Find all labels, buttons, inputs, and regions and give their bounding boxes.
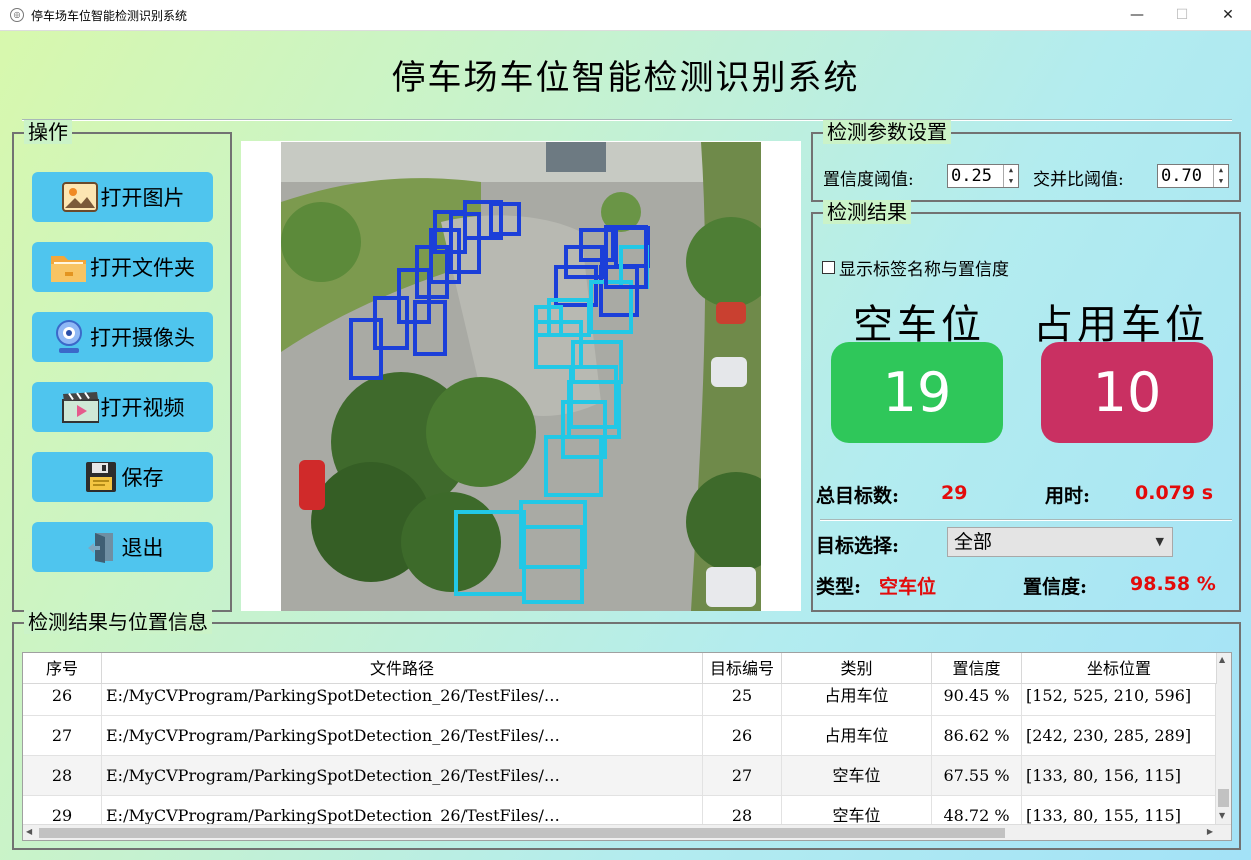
time-label: 用时: bbox=[1045, 485, 1091, 507]
conf-threshold-label: 置信度阈值: bbox=[823, 170, 914, 190]
app-icon: ◎ bbox=[10, 8, 24, 22]
table-row[interactable]: 27 E:/MyCVProgram/ParkingSpotDetection_2… bbox=[23, 716, 1217, 756]
col-index[interactable]: 序号 bbox=[23, 653, 102, 684]
minimize-button[interactable]: — bbox=[1114, 0, 1160, 31]
table-body: 26 E:/MyCVProgram/ParkingSpotDetection_2… bbox=[23, 676, 1217, 836]
col-target-id[interactable]: 目标编号 bbox=[703, 653, 782, 684]
cell-category: 空车位 bbox=[782, 756, 932, 795]
image-icon bbox=[61, 179, 99, 215]
conf-threshold-spinbox[interactable]: 0.25 ▲ ▼ bbox=[947, 164, 1019, 188]
horizontal-scroll-thumb[interactable] bbox=[39, 828, 1005, 838]
results-group: 检测结果 显示标签名称与置信度 空车位 占用车位 19 10 总目标数: 29 … bbox=[811, 200, 1241, 612]
table-legend: 检测结果与位置信息 bbox=[24, 610, 212, 634]
floppy-icon bbox=[82, 459, 120, 495]
target-select-dropdown[interactable]: 全部 ▼ bbox=[947, 527, 1173, 557]
exit-icon bbox=[82, 529, 120, 565]
app-title: 停车场车位智能检测识别系统 bbox=[391, 58, 860, 98]
params-group: 检测参数设置 置信度阈值: 0.25 ▲ ▼ 交并比阈值: 0.70 ▲ ▼ bbox=[811, 120, 1241, 202]
cell-index: 28 bbox=[23, 756, 102, 795]
cell-coordinates: [242, 230, 285, 289] bbox=[1022, 716, 1217, 755]
col-confidence[interactable]: 置信度 bbox=[932, 653, 1022, 684]
conf-threshold-value: 0.25 bbox=[951, 166, 992, 186]
show-labels-text: 显示标签名称与置信度 bbox=[839, 260, 1009, 280]
col-category[interactable]: 类别 bbox=[782, 653, 932, 684]
empty-count-box: 19 bbox=[831, 342, 1003, 443]
save-label: 保存 bbox=[121, 466, 164, 490]
total-targets-label: 总目标数: bbox=[816, 485, 900, 507]
iou-threshold-value: 0.70 bbox=[1161, 166, 1202, 186]
webcam-icon bbox=[50, 319, 88, 355]
save-button[interactable]: 保存 bbox=[32, 452, 213, 502]
params-legend: 检测参数设置 bbox=[823, 120, 951, 144]
checkbox-box[interactable] bbox=[822, 261, 835, 274]
open-camera-label: 打开摄像头 bbox=[90, 326, 195, 350]
results-table[interactable]: 序号 文件路径 目标编号 类别 置信度 坐标位置 26 E:/MyCVProgr… bbox=[22, 652, 1232, 841]
chevron-up-icon[interactable]: ▲ bbox=[1219, 655, 1225, 664]
confidence-value: 98.58 % bbox=[1130, 573, 1216, 595]
col-coordinates[interactable]: 坐标位置 bbox=[1022, 653, 1217, 684]
type-label: 类型: bbox=[816, 576, 862, 598]
table-header: 序号 文件路径 目标编号 类别 置信度 坐标位置 bbox=[23, 653, 1217, 684]
iou-threshold-spinbox[interactable]: 0.70 ▲ ▼ bbox=[1157, 164, 1229, 188]
cell-confidence: 86.62 % bbox=[932, 716, 1022, 755]
time-value: 0.079 s bbox=[1135, 482, 1214, 504]
close-button[interactable]: ✕ bbox=[1205, 0, 1251, 31]
spin-arrows-icon[interactable]: ▲ ▼ bbox=[1003, 165, 1018, 187]
iou-threshold-label: 交并比阈值: bbox=[1033, 170, 1124, 190]
results-divider bbox=[820, 519, 1232, 521]
open-image-button[interactable]: 打开图片 bbox=[32, 172, 213, 222]
cell-file-path: E:/MyCVProgram/ParkingSpotDetection_26/T… bbox=[102, 716, 703, 755]
exit-button[interactable]: 退出 bbox=[32, 522, 213, 572]
operations-group: 操作 打开图片 打开文件夹 打开摄像头 打开视频 保存 退出 bbox=[12, 120, 232, 612]
operations-legend: 操作 bbox=[24, 120, 72, 144]
image-display bbox=[241, 141, 801, 611]
window-titlebar: ◎ 停车场车位智能检测识别系统 — ☐ ✕ bbox=[0, 0, 1251, 31]
target-select-label: 目标选择: bbox=[816, 535, 900, 557]
cell-index: 27 bbox=[23, 716, 102, 755]
chevron-left-icon[interactable]: ◀ bbox=[26, 827, 32, 836]
horizontal-scrollbar[interactable]: ◀ ▶ bbox=[23, 824, 1231, 840]
cell-category: 占用车位 bbox=[782, 716, 932, 755]
target-select-value: 全部 bbox=[954, 531, 993, 553]
cell-target-id: 26 bbox=[703, 716, 782, 755]
vertical-scroll-thumb[interactable] bbox=[1218, 789, 1229, 807]
open-folder-label: 打开文件夹 bbox=[90, 256, 195, 280]
open-video-button[interactable]: 打开视频 bbox=[32, 382, 213, 432]
open-folder-button[interactable]: 打开文件夹 bbox=[32, 242, 213, 292]
show-labels-checkbox[interactable]: 显示标签名称与置信度 bbox=[822, 255, 1009, 280]
table-row[interactable]: 28 E:/MyCVProgram/ParkingSpotDetection_2… bbox=[23, 756, 1217, 796]
open-camera-button[interactable]: 打开摄像头 bbox=[32, 312, 213, 362]
open-video-label: 打开视频 bbox=[100, 396, 185, 420]
chevron-down-icon[interactable]: ▼ bbox=[1219, 811, 1225, 820]
total-targets-value: 29 bbox=[941, 482, 968, 504]
detection-image bbox=[281, 142, 761, 611]
cell-file-path: E:/MyCVProgram/ParkingSpotDetection_26/T… bbox=[102, 756, 703, 795]
chevron-down-icon[interactable]: ▼ bbox=[1156, 528, 1164, 556]
exit-label: 退出 bbox=[121, 536, 164, 560]
maximize-button[interactable]: ☐ bbox=[1159, 0, 1205, 31]
cell-confidence: 67.55 % bbox=[932, 756, 1022, 795]
type-value: 空车位 bbox=[879, 576, 937, 598]
confidence-label: 置信度: bbox=[1023, 576, 1088, 598]
title-divider bbox=[22, 119, 1232, 121]
window-title: 停车场车位智能检测识别系统 bbox=[31, 8, 188, 23]
occupied-count-box: 10 bbox=[1041, 342, 1213, 443]
vertical-scrollbar[interactable]: ▲ ▼ bbox=[1215, 653, 1231, 825]
cell-coordinates: [133, 80, 156, 115] bbox=[1022, 756, 1217, 795]
results-legend: 检测结果 bbox=[823, 200, 911, 224]
video-icon bbox=[61, 389, 99, 425]
open-image-label: 打开图片 bbox=[100, 186, 185, 210]
spin-arrows-icon[interactable]: ▲ ▼ bbox=[1213, 165, 1228, 187]
cell-target-id: 27 bbox=[703, 756, 782, 795]
folder-icon bbox=[50, 249, 88, 285]
col-file-path[interactable]: 文件路径 bbox=[102, 653, 703, 684]
chevron-right-icon[interactable]: ▶ bbox=[1207, 827, 1213, 836]
